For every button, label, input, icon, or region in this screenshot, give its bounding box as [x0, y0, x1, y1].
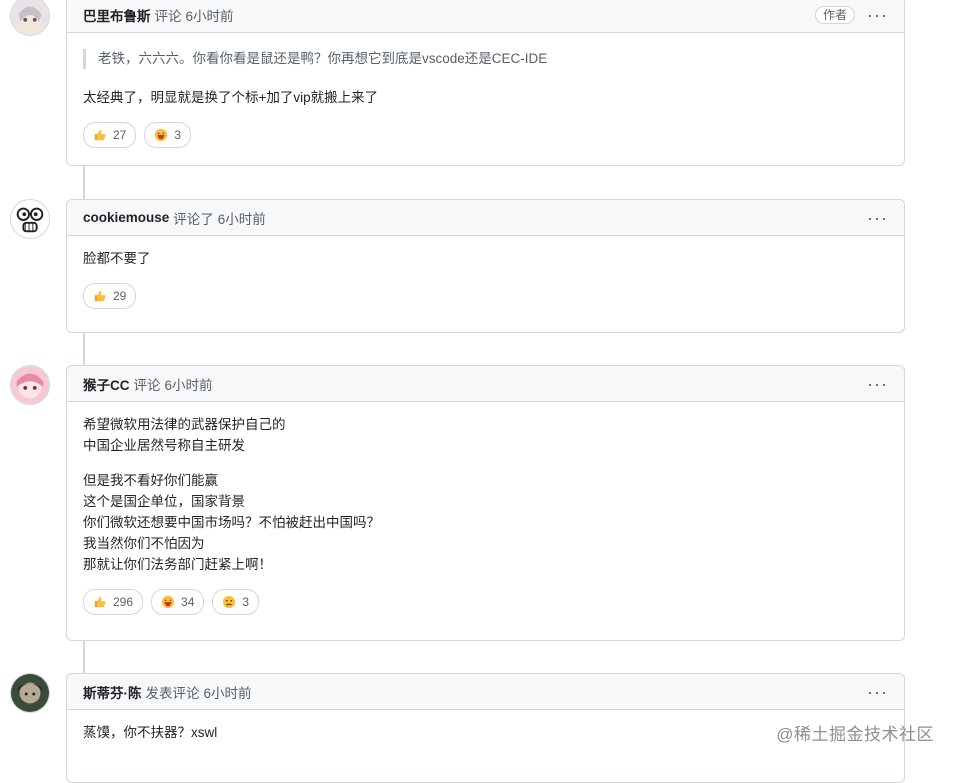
more-options-icon[interactable]: ··· [867, 683, 888, 701]
comment-text: 蒸馍，你不扶器？xswl [83, 725, 218, 740]
reactions: 27 3 [83, 122, 888, 148]
comment-card: 猴子CC 评论 6小时前 ··· 希望微软用法律的武器保护自己的 中国企业居然号… [66, 365, 905, 641]
comment-action: 发表评论 [145, 685, 200, 701]
comment-body: 蒸馍，你不扶器？xswl [83, 722, 888, 743]
reaction-thumbs-up[interactable]: 29 [83, 283, 137, 309]
comment-line: 我当然你们不怕因为 [83, 536, 205, 551]
comment-author[interactable]: 斯蒂芬·陈 [83, 682, 142, 702]
reaction-count: 27 [113, 128, 127, 142]
author-badge: 作者 [815, 5, 856, 24]
timeline-line [83, 640, 85, 674]
avatar[interactable] [10, 673, 50, 713]
comment-header: cookiemouse 评论了 6小时前 ··· [67, 200, 904, 236]
comment-time[interactable]: 6小时前 [165, 374, 213, 394]
comment-line: 希望微软用法律的武器保护自己的 [83, 417, 286, 432]
reactions: 296 34 3 [83, 589, 888, 615]
comment-card: 巴里布鲁斯 评论 6小时前 作者 ··· 老铁，六六六。你看你看是鼠还是鸭？你再… [66, 0, 905, 166]
avatar[interactable] [10, 199, 50, 239]
comment-text: 太经典了，明显就是换了个标+加了vip就搬上来了 [83, 90, 379, 105]
comment-header: 斯蒂芬·陈 发表评论 6小时前 ··· [67, 674, 904, 710]
comment-action: 评论 [154, 8, 182, 24]
comment-body: 太经典了，明显就是换了个标+加了vip就搬上来了 [83, 87, 888, 108]
thumbs-up-icon [94, 596, 106, 608]
reaction-laugh[interactable]: 3 [144, 122, 192, 148]
watermark: @稀土掘金技术社区 [776, 725, 934, 744]
reaction-count: 3 [242, 595, 250, 609]
comment-paragraph: 希望微软用法律的武器保护自己的 中国企业居然号称自主研发 [83, 414, 888, 456]
confused-icon [223, 595, 236, 609]
reaction-thumbs-up[interactable]: 296 [83, 589, 144, 615]
comment-action: 评论 [133, 377, 161, 393]
comment-line: 这个是国企单位，国家背景 [83, 494, 245, 509]
laugh-icon [161, 595, 175, 609]
avatar[interactable] [10, 0, 50, 36]
comment-quote: 老铁，六六六。你看你看是鼠还是鸭？你再想它到底是vscode还是CEC-IDE [83, 49, 888, 69]
comment-header: 巴里布鲁斯 评论 6小时前 作者 ··· [67, 0, 904, 33]
comment-author[interactable]: 巴里布鲁斯 [83, 5, 151, 25]
laugh-icon [155, 128, 168, 142]
reaction-confused[interactable]: 3 [212, 589, 260, 615]
reaction-count: 296 [113, 595, 134, 609]
comment-paragraph: 但是我不看好你们能赢 这个是国企单位，国家背景 你们微软还想要中国市场吗？不怕被… [83, 470, 888, 575]
comment-author[interactable]: cookiemouse [83, 210, 169, 225]
comment-time[interactable]: 6小时前 [186, 5, 234, 25]
avatar[interactable] [10, 365, 50, 405]
reaction-laugh[interactable]: 34 [151, 589, 205, 615]
reactions: 29 [83, 283, 888, 309]
reaction-count: 29 [113, 289, 127, 303]
reaction-thumbs-up[interactable]: 27 [83, 122, 137, 148]
thumbs-up-icon [94, 129, 106, 141]
comment-body: 希望微软用法律的武器保护自己的 中国企业居然号称自主研发 但是我不看好你们能赢 … [83, 414, 888, 575]
comment-author[interactable]: 猴子CC [83, 374, 130, 394]
comment-line: 中国企业居然号称自主研发 [83, 438, 245, 453]
comment-header: 猴子CC 评论 6小时前 ··· [67, 366, 904, 402]
comment-time[interactable]: 6小时前 [204, 682, 252, 702]
reaction-count: 3 [174, 128, 182, 142]
comment-time[interactable]: 6小时前 [218, 208, 266, 228]
comment-line: 但是我不看好你们能赢 [83, 473, 218, 488]
timeline-line [83, 332, 85, 366]
comment-card: cookiemouse 评论了 6小时前 ··· 脸都不要了 29 [66, 199, 905, 333]
comment-text: 脸都不要了 [83, 251, 151, 266]
timeline-line [83, 166, 85, 200]
more-options-icon[interactable]: ··· [867, 375, 888, 393]
comment-action: 评论了 [173, 211, 214, 227]
more-options-icon[interactable]: ··· [867, 209, 888, 227]
comment-body: 脸都不要了 [83, 248, 888, 269]
more-options-icon[interactable]: ··· [867, 6, 888, 24]
thumbs-up-icon [94, 290, 106, 302]
comment-line: 那就让你们法务部门赶紧上啊！ [83, 557, 272, 572]
comment-line: 你们微软还想要中国市场吗？不怕被赶出中国吗？ [83, 515, 380, 530]
reaction-count: 34 [181, 595, 195, 609]
